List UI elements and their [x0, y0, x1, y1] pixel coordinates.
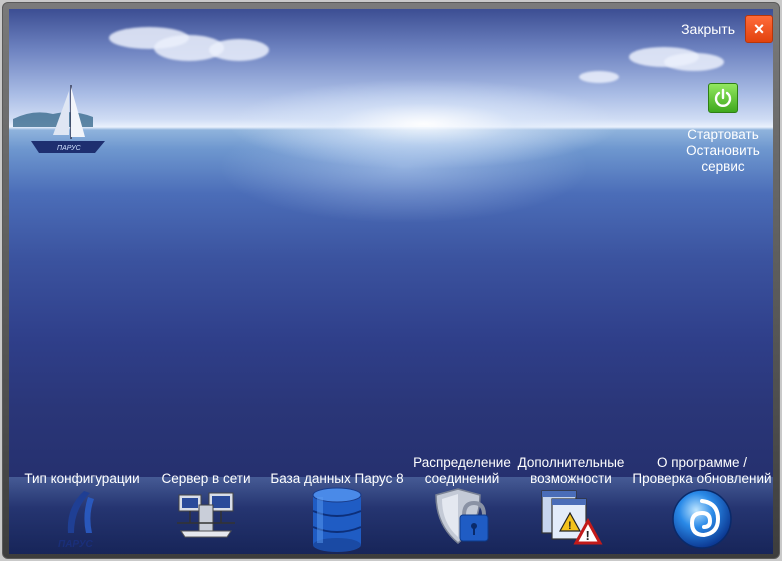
- parus-logo-icon: ПАРУС: [58, 491, 94, 550]
- parus-logo-text: ПАРУС: [58, 539, 93, 550]
- nav-item-configuration-type[interactable]: Тип конфигурации ПАРУС: [19, 429, 145, 554]
- nav-item-label-line: Сервер в сети: [161, 471, 251, 486]
- network-server-icon: [177, 492, 235, 538]
- warning-windows-icon: ! !: [541, 490, 603, 545]
- close-area: Закрыть ×: [681, 15, 773, 43]
- launcher-window: ПАРУС Закрыть × Стартовать Остановить се…: [2, 2, 780, 559]
- close-icon: ×: [753, 19, 765, 39]
- service-label-line: Стартовать: [687, 127, 759, 142]
- nav-item-label-line: соединений: [424, 471, 500, 486]
- nav-item-connection-distribution[interactable]: Распределение соединений: [409, 429, 515, 554]
- database-icon: [312, 487, 362, 552]
- service-label: Стартовать Остановить сервис: [673, 127, 773, 175]
- nav-item-label-line: Тип конфигурации: [24, 471, 140, 486]
- globe-update-icon: [672, 489, 732, 549]
- nav-item-additional-features[interactable]: Дополнительные возможности ! !: [515, 429, 627, 554]
- power-icon: [714, 88, 732, 107]
- nav-item-label: О программе / Проверка обновлений: [631, 455, 773, 487]
- background-scene: ПАРУС Закрыть × Стартовать Остановить се…: [9, 9, 773, 554]
- service-label-line: Остановить: [686, 143, 760, 158]
- cloud: [209, 39, 269, 61]
- sailboat-icon: ПАРУС: [13, 85, 105, 153]
- cloud: [579, 71, 619, 83]
- nav-item-database[interactable]: База данных Парус 8: [267, 429, 407, 554]
- nav-item-label-line: База данных Парус 8: [270, 471, 404, 486]
- nav-item-label-line: Дополнительные: [517, 455, 625, 470]
- service-label-line: сервис: [701, 159, 745, 174]
- nav-item-label: База данных Парус 8: [267, 471, 407, 487]
- nav-item-label: Распределение соединений: [409, 455, 515, 487]
- nav-item-label: Сервер в сети: [151, 471, 261, 487]
- nav-item-label: Дополнительные возможности: [515, 455, 627, 487]
- nav-item-about-updates[interactable]: О программе / Проверка обновлений: [631, 429, 773, 554]
- boat-label: ПАРУС: [57, 145, 82, 152]
- nav-item-label-line: возможности: [530, 471, 612, 486]
- cloud: [664, 53, 724, 71]
- nav-item-label: Тип конфигурации: [19, 471, 145, 487]
- close-button[interactable]: ×: [745, 15, 773, 43]
- service-control: Стартовать Остановить сервис: [673, 83, 773, 175]
- svg-text:!: !: [568, 520, 572, 532]
- nav-item-label-line: Распределение: [413, 455, 511, 470]
- close-label[interactable]: Закрыть: [681, 21, 735, 37]
- nav-item-label-line: О программе /: [656, 455, 748, 470]
- nav-item-network-server[interactable]: Сервер в сети: [151, 429, 261, 554]
- shield-lock-icon: [435, 488, 489, 544]
- svg-text:!: !: [586, 528, 590, 543]
- nav-item-label-line: Проверка обновлений: [632, 471, 772, 486]
- main-nav: Тип конфигурации ПАРУС Сервер в сети Баз…: [9, 429, 773, 554]
- start-stop-service-button[interactable]: [708, 83, 738, 113]
